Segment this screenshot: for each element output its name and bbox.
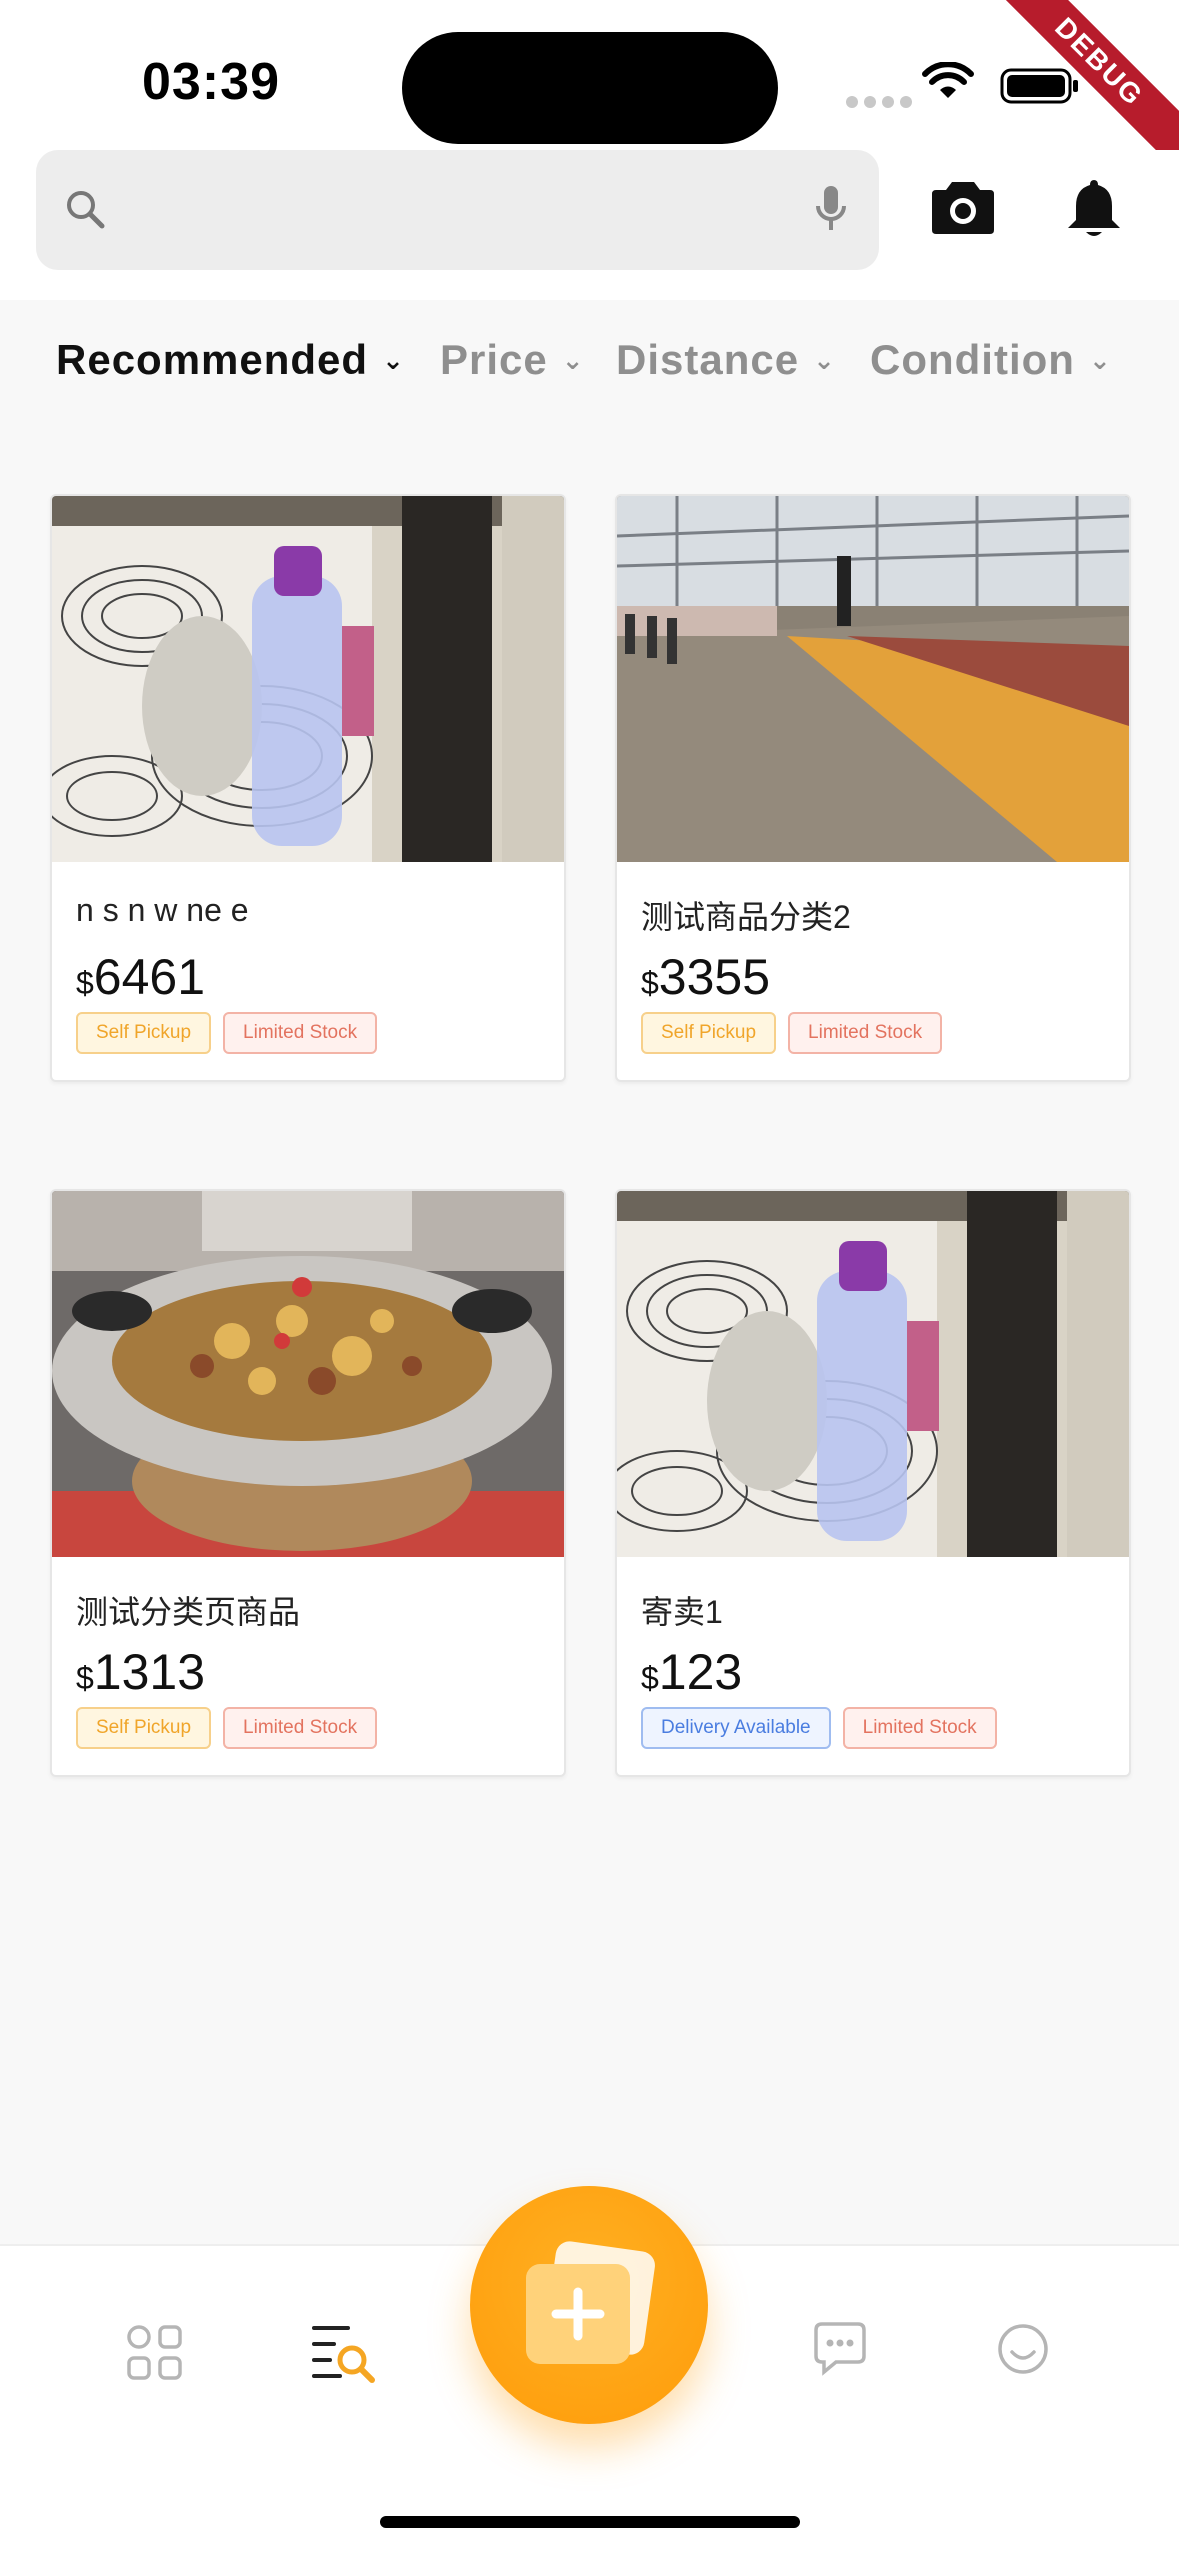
signal-icon (846, 96, 912, 108)
chevron-down-icon: ⌄ (1088, 344, 1112, 375)
home-grid-icon[interactable] (126, 2324, 184, 2382)
product-image (52, 1191, 564, 1557)
search-icon (67, 191, 105, 229)
product-title: 寄卖1 (641, 1594, 723, 1630)
dynamic-island (402, 32, 778, 144)
profile-icon[interactable] (996, 2322, 1050, 2376)
home-indicator (380, 2516, 800, 2528)
product-image (617, 496, 1129, 862)
microphone-icon[interactable] (813, 184, 849, 234)
status-time: 03:39 (142, 53, 280, 111)
chevron-down-icon: ⌄ (382, 344, 405, 375)
filter-condition[interactable]: Condition ⌄ (870, 336, 1112, 384)
product-price: $3355 (641, 949, 771, 1005)
tag-limited-stock: Limited Stock (842, 1707, 997, 1749)
filter-label: Distance (616, 336, 800, 383)
tag-self-pickup: Self Pickup (76, 1707, 212, 1749)
product-title: 测试商品分类2 (641, 899, 851, 935)
filter-price[interactable]: Price ⌄ (440, 336, 585, 384)
tag-limited-stock: Limited Stock (788, 1012, 943, 1054)
publish-icon (526, 2241, 655, 2364)
product-card[interactable]: 测试商品分类2 $3355 Self Pickup Limited Stock (615, 494, 1131, 1082)
tag-limited-stock: Limited Stock (223, 1012, 378, 1054)
tag-limited-stock: Limited Stock (223, 1707, 378, 1749)
product-card[interactable]: n s n w ne e $6461 Self Pickup Limited S… (50, 494, 566, 1082)
tag-self-pickup: Self Pickup (641, 1012, 777, 1054)
search-list-icon[interactable] (310, 2322, 376, 2384)
product-price: $1313 (76, 1644, 206, 1700)
chevron-down-icon: ⌄ (813, 344, 836, 375)
wifi-icon (922, 62, 974, 98)
tag-self-pickup: Self Pickup (76, 1012, 212, 1054)
product-image (617, 1191, 1129, 1557)
filter-label: Recommended (56, 336, 369, 383)
messages-icon[interactable] (812, 2320, 868, 2376)
publish-button[interactable] (470, 2186, 708, 2424)
product-title: 测试分类页商品 (76, 1594, 301, 1630)
top-bar (0, 150, 1179, 300)
battery-icon (1000, 68, 1078, 104)
product-card[interactable]: 测试分类页商品 $1313 Self Pickup Limited Stock (50, 1189, 566, 1777)
camera-icon[interactable] (930, 178, 996, 236)
search-input[interactable] (36, 150, 879, 270)
chevron-down-icon: ⌄ (561, 344, 585, 375)
product-image (52, 496, 564, 862)
notification-bell-icon[interactable] (1064, 176, 1124, 240)
filter-distance[interactable]: Distance ⌄ (616, 336, 836, 384)
product-card[interactable]: 寄卖1 $123 Delivery Available Limited Stoc… (615, 1189, 1131, 1777)
filter-label: Price (440, 336, 548, 383)
status-bar: 03:39 DEBUG (0, 0, 1179, 184)
tag-delivery-available: Delivery Available (641, 1707, 831, 1749)
filter-label: Condition (870, 336, 1075, 383)
product-title: n s n w ne e (76, 892, 249, 928)
product-price: $6461 (76, 949, 206, 1005)
filter-bar: Recommended ⌄ Price ⌄ Distance ⌄ Conditi… (0, 300, 1179, 420)
filter-recommended[interactable]: Recommended ⌄ (56, 336, 405, 384)
product-price: $123 (641, 1644, 743, 1700)
